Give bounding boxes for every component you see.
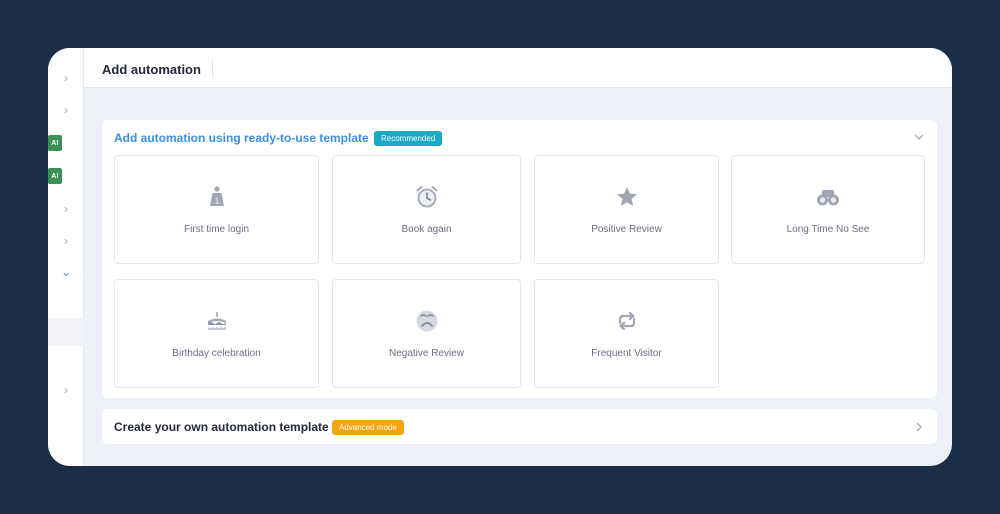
chevron-down-icon: ⌄ — [60, 265, 72, 279]
chevron-right-icon[interactable] — [913, 421, 925, 433]
ai-chip-icon[interactable]: AI — [48, 168, 62, 184]
sad-face-icon — [416, 310, 437, 332]
template-card-birthday-celebration[interactable]: Birthday celebration — [114, 279, 319, 388]
template-card-positive-review[interactable]: Positive Review — [534, 155, 719, 264]
sidebar-expand-item-3[interactable]: › — [48, 197, 84, 221]
template-card-frequent-visitor[interactable]: Frequent Visitor — [534, 279, 719, 388]
sidebar-expand-item-active[interactable]: ⌄ — [48, 260, 84, 284]
chevron-right-icon: › — [64, 383, 68, 397]
page-header: Add automation — [84, 48, 952, 88]
repeat-icon — [618, 311, 635, 331]
alarm-clock-icon — [416, 186, 437, 208]
chevron-right-icon: › — [64, 234, 68, 248]
template-card-long-time-no-see[interactable]: Long Time No See — [731, 155, 925, 264]
binoculars-icon — [817, 190, 839, 206]
sidebar-selected-subitem[interactable] — [48, 318, 84, 346]
template-card-first-time-login[interactable]: 1 First time login — [114, 155, 319, 264]
app-window: › › AI AI › › ⌄ › Add automation Add aut… — [48, 48, 952, 466]
svg-text:1: 1 — [214, 197, 219, 206]
advanced-mode-badge: Advanced mode — [332, 420, 404, 435]
template-panel: Add automation using ready-to-use templa… — [102, 120, 937, 398]
chevron-right-icon: › — [64, 103, 68, 117]
chevron-down-icon[interactable] — [913, 132, 925, 142]
sidebar-expand-item-2[interactable]: › — [48, 98, 84, 122]
birthday-cake-icon — [207, 312, 226, 330]
ai-chip-icon[interactable]: AI — [48, 135, 62, 151]
header-divider — [212, 60, 213, 78]
recommended-badge: Recommended — [374, 131, 443, 146]
chevron-right-icon: › — [64, 202, 68, 216]
template-card-negative-review[interactable]: Negative Review — [332, 279, 521, 388]
custom-template-panel[interactable]: Create your own automation template Adva… — [102, 409, 937, 444]
page-title: Add automation — [102, 62, 201, 77]
star-icon — [616, 187, 637, 206]
podium-icon: 1 — [209, 186, 224, 206]
template-panel-title[interactable]: Add automation using ready-to-use templa… — [114, 131, 369, 145]
chevron-right-icon: › — [64, 71, 68, 85]
sidebar-expand-item-4[interactable]: › — [48, 229, 84, 253]
sidebar-expand-item-5[interactable]: › — [48, 378, 84, 402]
template-card-book-again[interactable]: Book again — [332, 155, 521, 264]
custom-template-title[interactable]: Create your own automation template — [114, 420, 329, 434]
sidebar: › › AI AI › › ⌄ › — [48, 48, 84, 466]
sidebar-expand-item-1[interactable]: › — [48, 66, 84, 90]
